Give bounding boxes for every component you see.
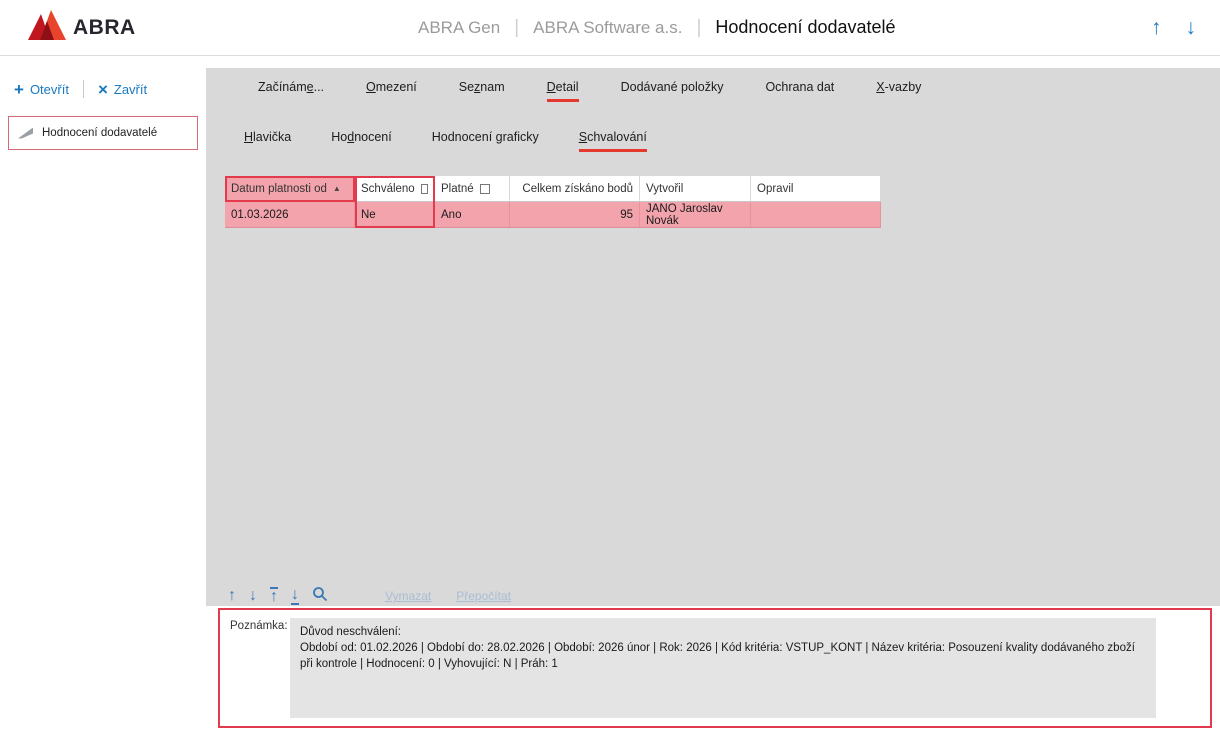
- open-button-label: Otevřít: [30, 82, 69, 97]
- tab-hodnoceni-graficky[interactable]: Hodnocení graficky: [432, 130, 539, 152]
- recalculate-link[interactable]: Přepočítat: [456, 589, 511, 603]
- header-breadcrumb: ABRA Gen | ABRA Software a.s. | Hodnocen…: [418, 0, 896, 55]
- sidebar-item-hodnoceni-dodavatele[interactable]: Hodnocení dodavatelé: [8, 116, 198, 150]
- header-separator: |: [696, 17, 701, 39]
- bookmark-icon: [18, 128, 33, 139]
- note-panel: Poznámka: Důvod neschválení: Období od: …: [206, 606, 1220, 737]
- tab-zaciname[interactable]: Začínáme...: [258, 80, 324, 102]
- column-header-vytvoril[interactable]: Vytvořil: [640, 176, 751, 201]
- table-header-row: Datum platnosti od ▲ Schváleno Platné Ce…: [225, 176, 881, 202]
- sort-asc-icon: ▲: [333, 184, 341, 193]
- cell-celkem-ziskano-bodu: 95: [510, 202, 640, 227]
- note-memo[interactable]: Důvod neschválení: Období od: 01.02.2026…: [290, 618, 1156, 718]
- tab-x-vazby[interactable]: X-vazby: [876, 80, 921, 102]
- main-content: Začínáme... Omezení Seznam Detail Dodáva…: [206, 68, 1220, 737]
- close-button-label: Zavřít: [114, 82, 147, 97]
- abra-logo-text: ABRA: [73, 16, 136, 40]
- sidebar-item-label: Hodnocení dodavatelé: [42, 127, 157, 139]
- close-icon: ×: [98, 81, 108, 98]
- cell-schvaleno: Ne: [355, 202, 435, 227]
- scroll-up-icon[interactable]: ↑: [1151, 16, 1162, 40]
- filter-checkbox-icon[interactable]: [480, 184, 490, 194]
- move-down-icon[interactable]: ↓: [249, 588, 257, 604]
- header-separator: |: [514, 17, 519, 39]
- tab-hodnoceni[interactable]: Hodnocení: [331, 130, 391, 152]
- close-button[interactable]: × Zavřít: [98, 81, 147, 98]
- move-last-icon[interactable]: ↓: [291, 587, 299, 605]
- scroll-down-icon[interactable]: ↓: [1186, 16, 1197, 40]
- tab-hlavicka[interactable]: Hlavička: [244, 130, 291, 152]
- note-title: Důvod neschválení:: [300, 624, 1146, 640]
- vertical-divider: [83, 80, 84, 98]
- abra-logo-icon: [28, 10, 66, 45]
- page-title: Hodnocení dodavatelé: [715, 17, 895, 38]
- note-body: Období od: 01.02.2026 | Období do: 28.02…: [300, 640, 1146, 672]
- abra-logo: ABRA: [28, 10, 136, 45]
- filter-checkbox-icon[interactable]: [421, 184, 428, 194]
- approvals-table: Datum platnosti od ▲ Schváleno Platné Ce…: [225, 176, 881, 228]
- column-header-opravil[interactable]: Opravil: [751, 176, 881, 201]
- tab-omezeni[interactable]: Omezení: [366, 80, 417, 102]
- app-name: ABRA Gen: [418, 18, 500, 38]
- cell-vytvoril: JANO Jaroslav Novák: [640, 202, 751, 227]
- cell-opravil: [751, 202, 881, 227]
- app-header: ABRA ABRA Gen | ABRA Software a.s. | Hod…: [0, 0, 1220, 56]
- cell-platne: Ano: [435, 202, 510, 227]
- column-header-platne[interactable]: Platné: [435, 176, 510, 201]
- tab-seznam[interactable]: Seznam: [459, 80, 505, 102]
- column-header-celkem-ziskano-bodu[interactable]: Celkem získáno bodů: [510, 176, 640, 201]
- move-first-icon[interactable]: ↑: [270, 587, 278, 605]
- cell-datum-platnosti-od: 01.03.2026: [225, 202, 355, 227]
- open-button[interactable]: + Otevřít: [14, 81, 69, 98]
- sidebar-actions: + Otevřít × Zavřít: [0, 56, 206, 98]
- annotation-box-note: Poznámka: Důvod neschválení: Období od: …: [218, 608, 1212, 728]
- tab-detail[interactable]: Detail: [547, 80, 579, 102]
- tab-ochrana-dat[interactable]: Ochrana dat: [765, 80, 834, 102]
- tab-dodavane-polozky[interactable]: Dodávané položky: [621, 80, 724, 102]
- header-nav-arrows: ↑ ↓: [1151, 0, 1196, 55]
- clear-link[interactable]: Vymazat: [385, 589, 431, 603]
- tab-schvalovani[interactable]: Schvalování: [579, 130, 647, 152]
- sidebar: + Otevřít × Zavřít Hodnocení dodavatelé: [0, 56, 206, 737]
- company-name: ABRA Software a.s.: [533, 18, 682, 38]
- record-nav-toolbar: ↑ ↓ ↑ ↓ Vymazat Přepočítat: [228, 586, 511, 606]
- plus-icon: +: [14, 81, 24, 98]
- move-up-icon[interactable]: ↑: [228, 588, 236, 604]
- sub-tab-bar: Hlavička Hodnocení Hodnocení graficky Sc…: [244, 130, 647, 152]
- main-tab-bar: Začínáme... Omezení Seznam Detail Dodáva…: [258, 80, 921, 102]
- table-row[interactable]: 01.03.2026 Ne Ano 95 JANO Jaroslav Novák: [225, 202, 881, 228]
- note-label: Poznámka:: [230, 620, 288, 632]
- column-header-schvaleno[interactable]: Schváleno: [355, 176, 435, 201]
- column-header-datum-platnosti-od[interactable]: Datum platnosti od ▲: [225, 176, 355, 201]
- search-icon[interactable]: [312, 586, 328, 606]
